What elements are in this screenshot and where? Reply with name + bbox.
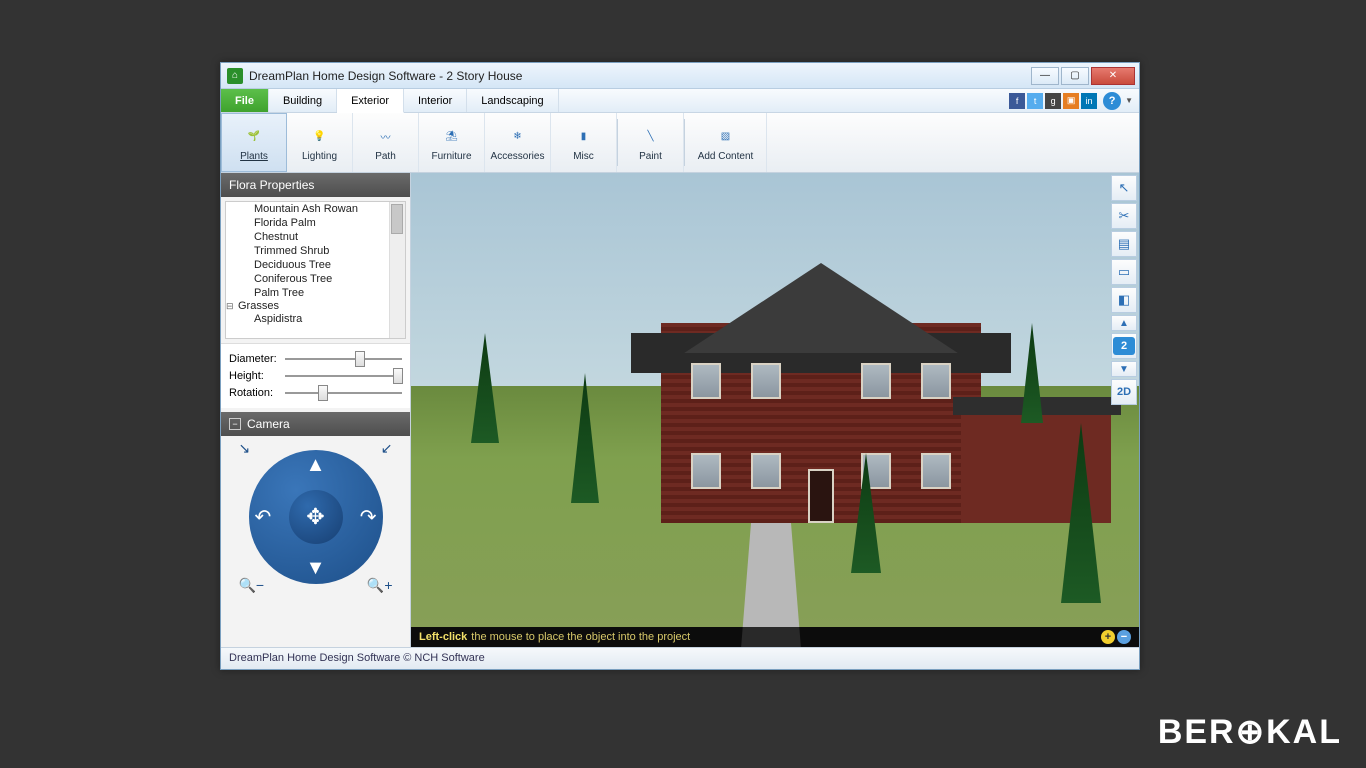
tool-furniture[interactable]: ⛱Furniture xyxy=(419,113,485,172)
close-button[interactable]: ✕ xyxy=(1091,67,1135,85)
camera-tilt-nw[interactable]: ↘ xyxy=(239,440,251,457)
house-model xyxy=(661,323,981,523)
help-dropdown-icon[interactable]: ▼ xyxy=(1125,96,1133,105)
tree-item[interactable]: Deciduous Tree xyxy=(254,258,405,272)
floor-down[interactable]: ▼ xyxy=(1111,361,1137,377)
camera-control: ✥ ▲ ▼ ↶ ↷ ↘ ↙ 🔍− 🔍+ xyxy=(241,442,391,592)
floor-up[interactable]: ▲ xyxy=(1111,315,1137,331)
tool-accessories[interactable]: ❄Accessories xyxy=(485,113,551,172)
zoom-in-icon[interactable]: 🔍+ xyxy=(367,577,393,594)
collapse-icon[interactable]: − xyxy=(229,418,241,430)
floor-indicator[interactable]: 2 xyxy=(1111,333,1137,359)
linkedin-icon[interactable]: in xyxy=(1081,93,1097,109)
accessories-icon: ❄ xyxy=(505,123,531,149)
height-slider[interactable] xyxy=(285,375,402,377)
paint-icon: ╲ xyxy=(638,123,664,149)
camera-down[interactable]: ▼ xyxy=(306,557,326,580)
camera-rotate-right[interactable]: ↷ xyxy=(360,505,377,530)
menu-landscaping[interactable]: Landscaping xyxy=(467,89,558,112)
watermark: BER⊕KAL xyxy=(1158,712,1342,752)
hint-plus[interactable]: + xyxy=(1101,630,1115,644)
title-bar: ⌂ DreamPlan Home Design Software - 2 Sto… xyxy=(221,63,1139,89)
rotation-slider[interactable] xyxy=(285,392,402,394)
viewport-toolbar: ↖ ✂ ▤ ▭ ◧ ▲ 2 ▼ 2D xyxy=(1111,175,1137,405)
camera-tilt-ne[interactable]: ↙ xyxy=(381,440,393,457)
view-mode-2d[interactable]: 2D xyxy=(1111,379,1137,405)
minimize-button[interactable]: — xyxy=(1031,67,1059,85)
flora-sliders: Diameter: Height: Rotation: xyxy=(221,343,410,408)
camera-rotate-left[interactable]: ↶ xyxy=(255,505,272,530)
tool-lighting[interactable]: 💡Lighting xyxy=(287,113,353,172)
tree-item[interactable]: Coniferous Tree xyxy=(254,272,405,286)
window-title: DreamPlan Home Design Software - 2 Story… xyxy=(249,69,1031,83)
tool-path[interactable]: 〰Path xyxy=(353,113,419,172)
lighting-icon: 💡 xyxy=(307,123,333,149)
tree-item[interactable]: Chestnut xyxy=(254,230,405,244)
menu-building[interactable]: Building xyxy=(269,89,337,112)
tree-item[interactable]: Trimmed Shrub xyxy=(254,244,405,258)
tool-paint[interactable]: ╲Paint xyxy=(618,113,684,172)
cube-tool[interactable]: ◧ xyxy=(1111,287,1137,313)
google-icon[interactable]: g xyxy=(1045,93,1061,109)
help-icon[interactable]: ? xyxy=(1103,92,1121,110)
camera-pan-icon[interactable]: ✥ xyxy=(306,504,324,530)
add-content-icon: ▧ xyxy=(713,123,739,149)
menu-interior[interactable]: Interior xyxy=(404,89,467,112)
page-tool[interactable]: ▤ xyxy=(1111,231,1137,257)
plants-icon: 🌱 xyxy=(241,123,267,149)
share-icon[interactable]: ▣ xyxy=(1063,93,1079,109)
diameter-label: Diameter: xyxy=(229,353,279,365)
furniture-icon: ⛱ xyxy=(439,123,465,149)
height-label: Height: xyxy=(229,370,279,382)
menu-bar: File Building Exterior Interior Landscap… xyxy=(221,89,1139,113)
tree-category[interactable]: Grasses xyxy=(226,300,405,312)
hint-minus[interactable]: − xyxy=(1117,630,1131,644)
cut-tool[interactable]: ✂ xyxy=(1111,203,1137,229)
facebook-icon[interactable]: f xyxy=(1009,93,1025,109)
tree-item[interactable]: Palm Tree xyxy=(254,286,405,300)
3d-viewport[interactable]: ↖ ✂ ▤ ▭ ◧ ▲ 2 ▼ 2D Left-clickthe mouse t… xyxy=(411,173,1139,647)
sidebar: Flora Properties Mountain Ash Rowan Flor… xyxy=(221,173,411,647)
tree-item[interactable]: Mountain Ash Rowan xyxy=(254,202,405,216)
hint-bar: Left-clickthe mouse to place the object … xyxy=(411,627,1139,647)
cursor-tool[interactable]: ↖ xyxy=(1111,175,1137,201)
misc-icon: ▮ xyxy=(571,123,597,149)
status-bar: DreamPlan Home Design Software © NCH Sof… xyxy=(221,647,1139,669)
app-icon: ⌂ xyxy=(227,68,243,84)
rotation-label: Rotation: xyxy=(229,387,279,399)
path-icon: 〰 xyxy=(373,123,399,149)
camera-panel-header: − Camera xyxy=(221,412,410,436)
tree-item[interactable]: Aspidistra xyxy=(254,312,405,326)
twitter-icon[interactable]: t xyxy=(1027,93,1043,109)
maximize-button[interactable]: ▢ xyxy=(1061,67,1089,85)
flora-panel-header: Flora Properties xyxy=(221,173,410,197)
menu-file[interactable]: File xyxy=(221,89,269,112)
diameter-slider[interactable] xyxy=(285,358,402,360)
tree-item[interactable]: Florida Palm xyxy=(254,216,405,230)
tool-plants[interactable]: 🌱Plants xyxy=(221,113,287,172)
app-window: ⌂ DreamPlan Home Design Software - 2 Sto… xyxy=(220,62,1140,670)
camera-up[interactable]: ▲ xyxy=(306,454,326,477)
tile-tool[interactable]: ▭ xyxy=(1111,259,1137,285)
menu-exterior[interactable]: Exterior xyxy=(337,89,404,113)
tree-scrollbar[interactable] xyxy=(389,202,405,338)
toolbar: 🌱Plants 💡Lighting 〰Path ⛱Furniture ❄Acce… xyxy=(221,113,1139,173)
social-bar: f t g ▣ in ? ▼ xyxy=(1009,89,1139,112)
zoom-out-icon[interactable]: 🔍− xyxy=(239,577,265,594)
flora-tree[interactable]: Mountain Ash Rowan Florida Palm Chestnut… xyxy=(225,201,406,339)
tool-add-content[interactable]: ▧Add Content xyxy=(685,113,767,172)
tool-misc[interactable]: ▮Misc xyxy=(551,113,617,172)
